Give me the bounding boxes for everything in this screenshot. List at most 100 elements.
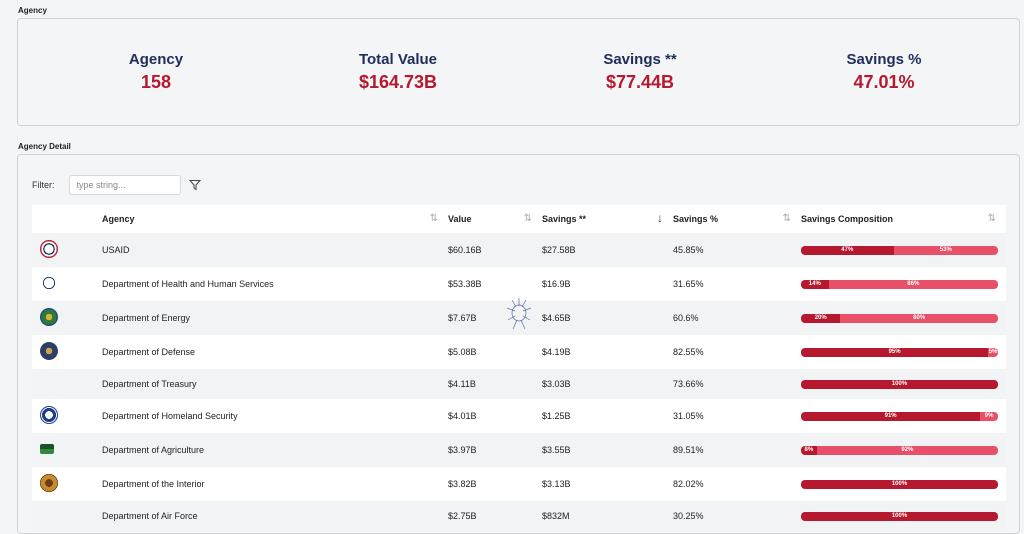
kpi-value: $164.73B bbox=[358, 72, 438, 92]
composition-segment-primary: 95% bbox=[801, 347, 989, 357]
filter-icon[interactable] bbox=[188, 179, 201, 191]
column-header-label: Value bbox=[448, 214, 472, 224]
savings-cell: $3.03B bbox=[542, 379, 571, 389]
detail-panel: Filter: Agency ⇅ Value ⇅ Savings ** ↓ bbox=[17, 154, 1020, 534]
savings-composition-cell: 8% 92% bbox=[801, 433, 1006, 467]
logo-cell bbox=[32, 399, 102, 433]
savings-composition-bar: 8% 92% bbox=[801, 445, 998, 455]
composition-segment-primary: 14% bbox=[801, 279, 829, 289]
savings-pct-cell: 82.02% bbox=[673, 479, 704, 489]
savings-composition-bar: 100% bbox=[801, 511, 998, 521]
column-header-agency[interactable]: Agency ⇅ bbox=[102, 205, 448, 233]
sort-descending-icon[interactable]: ↓ bbox=[657, 211, 663, 225]
usaid-seal-icon bbox=[40, 240, 58, 258]
table-header-row: Agency ⇅ Value ⇅ Savings ** ↓ Savings % … bbox=[32, 205, 1006, 233]
value-cell: $60.16B bbox=[448, 245, 482, 255]
table-row[interactable]: Department of Homeland Security $4.01B $1.… bbox=[32, 399, 1006, 433]
savings-cell: $4.65B bbox=[542, 313, 571, 323]
agency-name-cell: Department of Agriculture bbox=[102, 445, 205, 455]
table-row[interactable]: Department of Treasury $4.11B $3.03B 73.66%… bbox=[32, 369, 1006, 399]
composition-segment-secondary: 53% bbox=[893, 245, 998, 255]
column-header-label: Savings % bbox=[673, 214, 719, 224]
savings-cell: $1.25B bbox=[542, 411, 571, 421]
table-row[interactable]: USAID $60.16B $27.58B 45.85% 47% 53% bbox=[32, 233, 1006, 267]
savings-cell: $832M bbox=[542, 511, 570, 521]
value-cell: $4.11B bbox=[448, 379, 476, 389]
agency-name-cell: Department of Air Force bbox=[102, 511, 198, 521]
savings-composition-bar: 91% 9% bbox=[801, 411, 998, 421]
savings-pct-cell: 82.55% bbox=[673, 347, 704, 357]
savings-pct-cell: 89.51% bbox=[673, 445, 704, 455]
table-row[interactable]: Department of Air Force $2.75B $832M 30.25%… bbox=[32, 501, 1006, 531]
savings-pct-cell: 31.05% bbox=[673, 411, 704, 421]
kpi-label: Savings % bbox=[846, 51, 922, 68]
table-row[interactable]: Department of Agriculture $3.97B $3.55B 89.… bbox=[32, 433, 1006, 467]
agency-name-cell: USAID bbox=[102, 245, 130, 255]
composition-segment-secondary: 80% bbox=[840, 313, 998, 323]
logo-cell bbox=[32, 369, 102, 399]
composition-segment-secondary: 5% bbox=[988, 347, 998, 357]
sort-icon[interactable]: ⇅ bbox=[430, 213, 438, 224]
table-row[interactable]: Department of Defense $5.08B $4.19B 82.55% 9… bbox=[32, 335, 1006, 369]
savings-composition-cell: 100% bbox=[801, 501, 1006, 531]
savings-pct-cell: 30.25% bbox=[673, 511, 704, 521]
kpi-agency: Agency 158 bbox=[56, 51, 256, 93]
column-header-savings-composition[interactable]: Savings Composition ⇅ bbox=[801, 205, 1006, 233]
logo-cell bbox=[32, 467, 102, 501]
column-header-savings-pct[interactable]: Savings % ⇅ bbox=[673, 205, 801, 233]
savings-composition-bar: 100% bbox=[801, 379, 998, 389]
composition-segment-primary: 91% bbox=[801, 411, 981, 421]
logo-cell bbox=[32, 335, 102, 369]
savings-composition-cell: 100% bbox=[801, 369, 1006, 399]
savings-pct-cell: 45.85% bbox=[673, 245, 704, 255]
value-cell: $4.01B bbox=[448, 411, 477, 421]
sort-icon[interactable]: ⇅ bbox=[783, 213, 791, 224]
table-row[interactable]: Department of the Interior $3.82B $3.13B 82… bbox=[32, 467, 1006, 501]
agency-name-cell: Department of Defense bbox=[102, 347, 196, 357]
composition-segment-secondary: 86% bbox=[828, 279, 998, 289]
composition-segment-primary: 100% bbox=[801, 379, 998, 389]
agency-name-cell: Department of the Interior bbox=[102, 479, 205, 489]
savings-pct-cell: 31.65% bbox=[673, 279, 704, 289]
composition-segment-primary: 8% bbox=[801, 445, 817, 455]
savings-composition-bar: 47% 53% bbox=[801, 245, 998, 255]
summary-panel: Agency 158 Total Value $164.73B Savings … bbox=[17, 18, 1020, 126]
filter-row: Filter: bbox=[32, 175, 201, 195]
sort-icon[interactable]: ⇅ bbox=[988, 213, 996, 224]
value-cell: $5.08B bbox=[448, 347, 477, 357]
kpi-value: 47.01% bbox=[853, 72, 915, 92]
filter-input[interactable] bbox=[68, 175, 181, 195]
value-cell: $3.82B bbox=[448, 479, 477, 489]
savings-composition-cell: 47% 53% bbox=[801, 233, 1006, 267]
composition-segment-primary: 100% bbox=[801, 511, 998, 521]
logo-column-header bbox=[32, 205, 102, 233]
column-header-value[interactable]: Value ⇅ bbox=[448, 205, 542, 233]
agency-table: Agency ⇅ Value ⇅ Savings ** ↓ Savings % … bbox=[32, 205, 1006, 531]
logo-cell bbox=[32, 501, 102, 531]
kpi-savings-pct: Savings % 47.01% bbox=[784, 51, 984, 93]
savings-cell: $3.55B bbox=[542, 445, 571, 455]
column-header-label: Savings ** bbox=[542, 214, 587, 224]
savings-composition-cell: 14% 86% bbox=[801, 267, 1006, 301]
value-cell: $2.75B bbox=[448, 511, 477, 521]
composition-segment-primary: 47% bbox=[801, 245, 894, 255]
savings-cell: $3.13B bbox=[542, 479, 571, 489]
column-header-savings[interactable]: Savings ** ↓ bbox=[542, 205, 673, 233]
hhs-seal-icon bbox=[40, 274, 58, 292]
sort-icon[interactable]: ⇅ bbox=[524, 213, 532, 224]
kpi-savings: Savings ** $77.44B bbox=[540, 51, 740, 93]
usda-logo-icon bbox=[40, 444, 54, 454]
agency-name-cell: Department of Health and Human Services bbox=[102, 279, 274, 289]
filter-label: Filter: bbox=[32, 180, 55, 190]
kpi-label: Agency bbox=[128, 51, 184, 68]
savings-pct-cell: 60.6% bbox=[673, 313, 699, 323]
kpi-label: Total Value bbox=[358, 51, 438, 68]
logo-cell bbox=[32, 267, 102, 301]
savings-composition-bar: 20% 80% bbox=[801, 313, 998, 323]
logo-cell bbox=[32, 301, 102, 335]
agency-name-cell: Department of Treasury bbox=[102, 379, 197, 389]
summary-section-label: Agency bbox=[18, 6, 47, 15]
doe-seal-icon bbox=[40, 308, 58, 326]
savings-composition-bar: 14% 86% bbox=[801, 279, 998, 289]
logo-cell bbox=[32, 233, 102, 267]
